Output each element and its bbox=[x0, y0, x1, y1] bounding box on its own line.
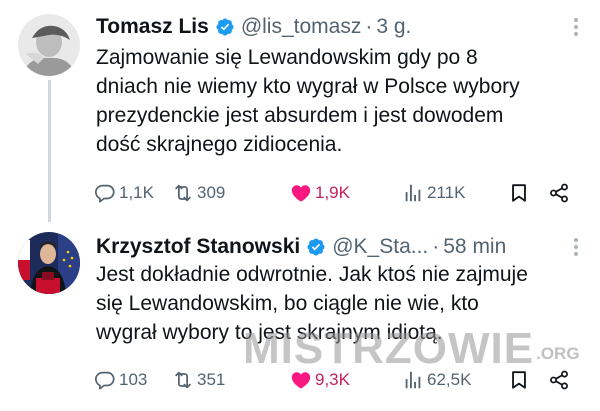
tweet-text-line: dniach nie wiemy kto wygrał w Polsce wyb… bbox=[96, 75, 520, 98]
like-button[interactable]: 1,9K bbox=[290, 180, 350, 206]
reply-count: 1,1K bbox=[119, 183, 154, 202]
like-button[interactable]: 9,3K bbox=[290, 367, 350, 393]
tweet-header: Tomasz Lis @lis_tomasz · 3 g. bbox=[96, 12, 580, 42]
tweet-text-line: wygrał wybory to jest skrajnym idiotą. bbox=[96, 321, 443, 344]
heart-icon bbox=[290, 369, 312, 391]
verified-badge-icon bbox=[215, 17, 235, 37]
bookmark-button[interactable] bbox=[508, 367, 533, 393]
tweet-text-line: Jest dokładnie odwrotnie. Jak ktoś nie z… bbox=[96, 263, 528, 286]
bookmark-icon bbox=[508, 182, 530, 204]
retweet-button[interactable]: 309 bbox=[172, 180, 225, 206]
retweet-icon bbox=[172, 182, 194, 204]
views-button[interactable]: 62,5K bbox=[402, 367, 471, 393]
tweet-text: Jest dokładnie odwrotnie. Jak ktoś nie z… bbox=[96, 260, 586, 347]
avatar-krzysztof-stanowski[interactable] bbox=[18, 232, 80, 294]
verified-badge-icon bbox=[306, 237, 326, 257]
tweet-text-line: Zajmowanie się Lewandowskim gdy po 8 bbox=[96, 46, 478, 69]
like-count: 1,9K bbox=[315, 183, 350, 202]
author-name[interactable]: Tomasz Lis bbox=[96, 15, 209, 39]
bookmark-icon bbox=[508, 369, 530, 391]
views-button[interactable]: 211K bbox=[402, 180, 465, 206]
retweet-icon bbox=[172, 369, 194, 391]
reply-icon bbox=[94, 182, 116, 204]
share-icon bbox=[548, 369, 570, 391]
more-icon[interactable] bbox=[572, 18, 580, 36]
reply-button[interactable]: 103 bbox=[94, 367, 147, 393]
tweet-text-line: się Lewandowskim, bo ciągle nie wie, kto bbox=[96, 292, 479, 315]
thread-line bbox=[48, 80, 51, 222]
view-count: 211K bbox=[427, 183, 466, 202]
tweet-text-line: prezydenckie jest absurdem i jest dowode… bbox=[96, 104, 504, 127]
view-count: 62,5K bbox=[427, 370, 472, 389]
avatar-tomasz-lis[interactable] bbox=[18, 14, 80, 76]
views-chart-icon bbox=[402, 369, 424, 391]
tweet-actions: 103 351 9,3K 62,5K bbox=[94, 367, 582, 393]
author-name[interactable]: Krzysztof Stanowski bbox=[96, 235, 300, 259]
more-icon[interactable] bbox=[572, 238, 580, 256]
like-count: 9,3K bbox=[315, 370, 350, 389]
author-handle[interactable]: @K_Sta... bbox=[332, 235, 428, 259]
avatar-photo bbox=[18, 14, 80, 76]
reply-button[interactable]: 1,1K bbox=[94, 180, 154, 206]
reply-icon bbox=[94, 369, 116, 391]
separator-dot: · bbox=[432, 235, 440, 258]
tweet-time[interactable]: 3 g. bbox=[376, 15, 411, 39]
retweet-count: 351 bbox=[197, 370, 226, 389]
bookmark-button[interactable] bbox=[508, 180, 533, 206]
tweet-tomasz-lis[interactable]: Tomasz Lis @lis_tomasz · 3 g. Zajmowanie… bbox=[0, 0, 600, 222]
heart-icon bbox=[290, 182, 312, 204]
share-button[interactable] bbox=[548, 367, 573, 393]
tweet-text: Zajmowanie się Lewandowskim gdy po 8 dni… bbox=[96, 43, 586, 159]
share-button[interactable] bbox=[548, 180, 573, 206]
share-icon bbox=[548, 182, 570, 204]
retweet-button[interactable]: 351 bbox=[172, 367, 225, 393]
tweet-text-line: dość skrajnego zidiocenia. bbox=[96, 133, 343, 156]
avatar-photo bbox=[18, 232, 80, 294]
tweet-actions: 1,1K 309 1,9K 211K bbox=[94, 180, 582, 206]
tweet-krzysztof-stanowski[interactable]: Krzysztof Stanowski @K_Sta... · 58 min J… bbox=[0, 222, 600, 411]
tweet-time[interactable]: 58 min bbox=[443, 235, 506, 259]
separator-dot: · bbox=[365, 15, 373, 38]
tweet-header: Krzysztof Stanowski @K_Sta... · 58 min bbox=[96, 232, 580, 262]
retweet-count: 309 bbox=[197, 183, 226, 202]
author-handle[interactable]: @lis_tomasz bbox=[241, 15, 362, 39]
reply-count: 103 bbox=[119, 370, 148, 389]
views-chart-icon bbox=[402, 182, 424, 204]
